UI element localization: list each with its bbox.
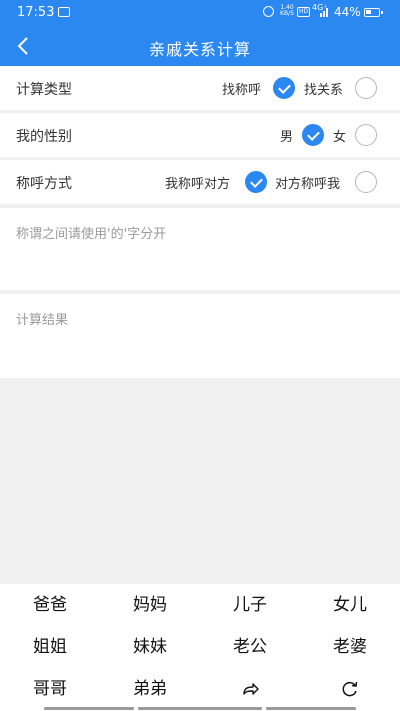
battery-fill (366, 10, 372, 14)
key-meimei[interactable]: 妹妹 (100, 626, 200, 668)
key-baba[interactable]: 爸爸 (0, 584, 100, 626)
option-find-relation-label[interactable]: 找关系 (304, 79, 343, 98)
share-button[interactable] (200, 668, 300, 710)
battery-text: 44% (334, 5, 361, 19)
radio-male[interactable] (302, 124, 324, 146)
result-placeholder: 计算结果 (16, 313, 69, 328)
option-male-label[interactable]: 男 (280, 126, 293, 145)
net-speed-unit: KB/S (280, 10, 294, 17)
notification-icon (58, 7, 70, 17)
relation-input-placeholder: 称谓之间请使用'的'字分开 (16, 227, 167, 242)
alarm-icon (263, 6, 274, 17)
net-speed: 1.40 KB/S (280, 5, 294, 17)
calc-type-label: 计算类型 (16, 82, 72, 98)
option-female-label[interactable]: 女 (333, 126, 346, 145)
share-arrow-icon (243, 683, 259, 695)
signal-bars-icon (320, 8, 328, 17)
key-didi[interactable]: 弟弟 (100, 668, 200, 710)
gesture-bar-segment (44, 707, 134, 710)
gesture-bar-segment (266, 707, 356, 710)
row-gender: 我的性别 男 女 (0, 113, 400, 157)
gender-label: 我的性别 (16, 129, 72, 145)
key-erzi[interactable]: 儿子 (200, 584, 300, 626)
page-title: 亲戚关系计算 (148, 40, 251, 59)
radio-they-call[interactable] (355, 171, 377, 193)
radio-female[interactable] (355, 124, 377, 146)
battery-icon (364, 8, 383, 17)
status-time: 17:53 (17, 5, 55, 20)
app-header: 17:53 1.40 KB/S HD 4G⁺ 44% 亲戚关系计算 (0, 0, 400, 66)
refresh-icon (342, 681, 358, 697)
key-nver[interactable]: 女儿 (300, 584, 400, 626)
row-address-mode: 称呼方式 我称呼对方 对方称呼我 (0, 160, 400, 204)
key-jiejie[interactable]: 姐姐 (0, 626, 100, 668)
key-laogong[interactable]: 老公 (200, 626, 300, 668)
signal-icon: 4G⁺ (312, 3, 330, 17)
radio-find-title[interactable] (273, 77, 295, 99)
address-mode-label: 称呼方式 (16, 176, 72, 192)
radio-i-call[interactable] (245, 171, 267, 193)
status-bar: 17:53 1.40 KB/S HD 4G⁺ 44% (0, 0, 400, 26)
key-gege[interactable]: 哥哥 (0, 668, 100, 710)
hd-icon: HD (297, 7, 311, 17)
option-find-title-label[interactable]: 找称呼 (222, 79, 261, 98)
option-they-call-label[interactable]: 对方称呼我 (275, 173, 340, 192)
gesture-bar (0, 707, 400, 711)
key-laopo[interactable]: 老婆 (300, 626, 400, 668)
radio-find-relation[interactable] (355, 77, 377, 99)
option-i-call-label[interactable]: 我称呼对方 (165, 173, 230, 192)
relation-input[interactable]: 称谓之间请使用'的'字分开 (0, 208, 400, 290)
gesture-bar-segment (138, 707, 262, 710)
result-panel: 计算结果 (0, 294, 400, 378)
row-calc-type: 计算类型 找称呼 找关系 (0, 66, 400, 110)
relation-keyboard: 爸爸 妈妈 儿子 女儿 姐姐 妹妹 老公 老婆 哥哥 弟弟 (0, 584, 400, 711)
key-mama[interactable]: 妈妈 (100, 584, 200, 626)
reset-button[interactable] (300, 668, 400, 710)
